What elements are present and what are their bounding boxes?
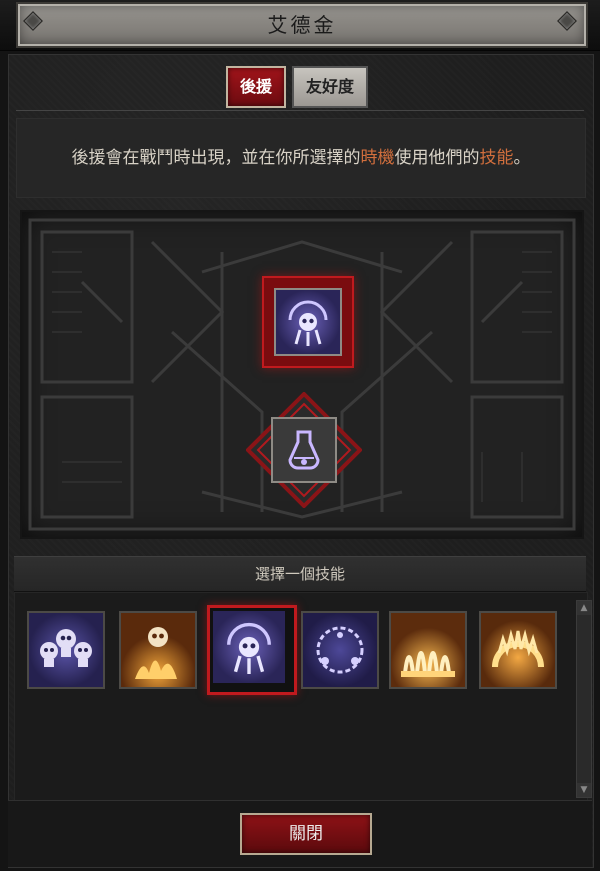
description-text: 使用他們的 <box>394 148 480 168</box>
skill-chooser-title: 選擇一個技能 <box>254 565 345 583</box>
skill-option-chain-ring[interactable] <box>301 611 379 689</box>
three-skulls-icon <box>29 613 103 687</box>
tab-backup[interactable]: 後援 <box>226 66 287 108</box>
skull-fire-icon <box>121 613 195 687</box>
potion-icon <box>272 418 336 482</box>
scroll-up-icon[interactable]: ▲ <box>577 601 591 615</box>
skill-option-flame-arc[interactable] <box>479 611 557 689</box>
skill-option-three-skulls[interactable] <box>27 611 105 689</box>
tab-bar: 後援 友好度 <box>226 66 369 108</box>
description-highlight-skill: 技能 <box>479 148 514 168</box>
skill-chooser-grid <box>14 592 588 804</box>
skill-chooser-header: 選擇一個技能 <box>14 556 586 592</box>
skill-chooser-scrollbar[interactable]: ▲ ▼ <box>576 600 592 798</box>
close-button[interactable]: 關閉 <box>240 813 372 855</box>
tab-affinity[interactable]: 友好度 <box>292 66 369 108</box>
active-skill-slot[interactable] <box>262 276 354 368</box>
passive-skill-slot[interactable] <box>245 391 363 509</box>
skill-option-skull-crest[interactable] <box>207 605 297 695</box>
window-title: 艾德金 <box>267 13 337 37</box>
description-highlight-timing: 時機 <box>360 148 395 168</box>
chain-ring-icon <box>303 613 377 687</box>
title-bar: 艾德金 <box>0 0 600 51</box>
description-text: 。 <box>513 148 531 168</box>
tab-divider <box>16 110 584 111</box>
flame-arc-icon <box>481 613 555 687</box>
description-box: 後援會在戰鬥時出現，並在你所選擇的時機使用他們的技能。 <box>16 118 586 198</box>
window-title-plate: 艾德金 <box>16 2 588 48</box>
skull-crest-icon <box>274 288 342 356</box>
skull-crest-icon <box>213 611 285 683</box>
skill-option-fire-claws[interactable] <box>389 611 467 689</box>
description-text: 後援會在戰鬥時出現，並在你所選擇的 <box>71 148 361 168</box>
skill-option-skull-fire[interactable] <box>119 611 197 689</box>
fire-claws-icon <box>391 613 465 687</box>
scroll-down-icon[interactable]: ▼ <box>577 783 591 797</box>
